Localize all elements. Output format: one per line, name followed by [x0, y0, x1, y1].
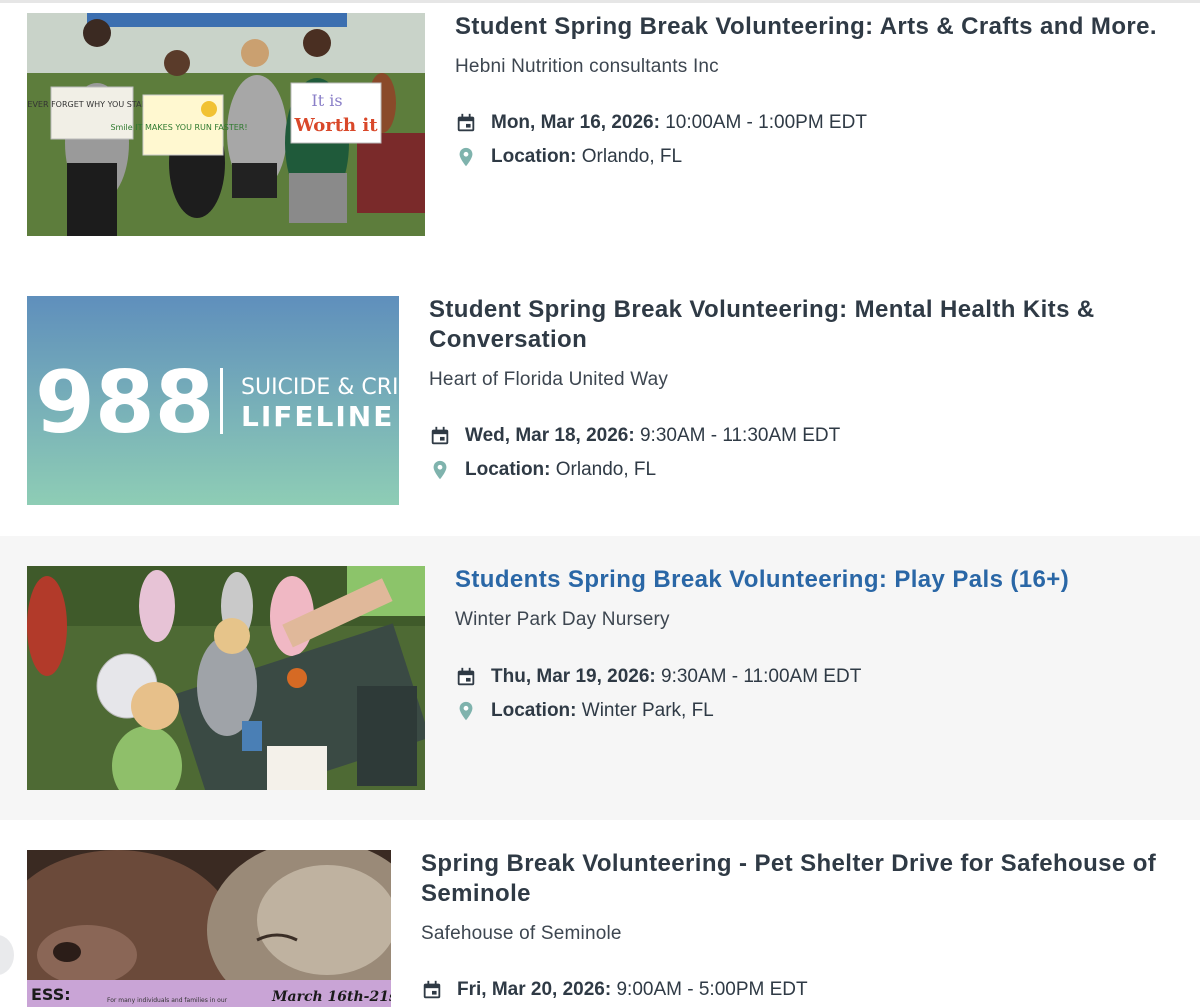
event-card[interactable]: NEVER FORGET WHY YOU STARTED Smile IT MA… [0, 0, 1200, 270]
event-location: Winter Park, FL [581, 700, 714, 721]
event-date: Wed, Mar 18, 2026: [465, 425, 635, 446]
event-image[interactable] [27, 566, 425, 790]
calendar-icon [455, 666, 477, 688]
svg-text:Worth it: Worth it [293, 115, 378, 136]
map-pin-icon [455, 146, 477, 168]
svg-text:It is: It is [311, 91, 342, 110]
calendar-icon [429, 425, 451, 447]
event-organization: Winter Park Day Nursery [455, 609, 670, 630]
event-organization: Heart of Florida United Way [429, 369, 669, 390]
map-pin-icon [429, 459, 451, 481]
event-date: Thu, Mar 19, 2026: [491, 666, 656, 687]
lifeline-line1: SUICIDE & CRISIS [241, 375, 399, 400]
event-organization: Hebni Nutrition consultants Inc [455, 56, 719, 77]
svg-text:NEVER FORGET WHY YOU STARTED: NEVER FORGET WHY YOU STARTED [27, 100, 163, 109]
event-title-line1: Student Spring Break Volunteering: Menta… [429, 296, 1095, 323]
event-title[interactable]: Spring Break Volunteering - Pet Shelter … [421, 849, 1156, 909]
location-label: Location: [491, 700, 577, 721]
event-title[interactable]: Student Spring Break Volunteering: Menta… [429, 295, 1095, 355]
event-date-row: Mon, Mar 16, 2026: 10:00AM - 1:00PM EDT [455, 112, 867, 134]
event-time: 9:30AM - 11:30AM EDT [639, 425, 841, 446]
calendar-icon [421, 979, 443, 1001]
banner-left-text: ESS: [31, 985, 71, 1004]
event-title-link[interactable]: Students Spring Break Volunteering: Play… [455, 565, 1069, 595]
banner-date-text: March 16th-21st [271, 989, 391, 1005]
event-card[interactable]: Students Spring Break Volunteering: Play… [0, 536, 1200, 820]
calendar-icon [455, 112, 477, 134]
event-time: 9:30AM - 11:00AM EDT [661, 666, 862, 687]
event-title-line2: Seminole [421, 880, 531, 907]
event-date-row: Thu, Mar 19, 2026: 9:30AM - 11:00AM EDT [455, 666, 861, 688]
map-pin-icon [455, 700, 477, 722]
location-label: Location: [465, 459, 551, 480]
svg-text:Smile IT MAKES YOU RUN FASTER!: Smile IT MAKES YOU RUN FASTER! [110, 123, 247, 132]
event-location-row: Location: Orlando, FL [455, 146, 682, 168]
event-image[interactable]: NEVER FORGET WHY YOU STARTED Smile IT MA… [27, 13, 425, 236]
lifeline-number: 988 [35, 353, 215, 453]
event-date-row: Fri, Mar 20, 2026: 9:00AM - 5:00PM EDT [421, 979, 808, 1001]
event-title-line2: Conversation [429, 326, 588, 353]
event-card[interactable]: ESS: For many individuals and families i… [0, 820, 1200, 1007]
event-date: Fri, Mar 20, 2026: [457, 979, 612, 1000]
event-organization: Safehouse of Seminole [421, 923, 622, 944]
lifeline-line2: LIFELINE [241, 400, 394, 433]
event-title-line1: Spring Break Volunteering - Pet Shelter … [421, 850, 1157, 877]
event-location-row: Location: Winter Park, FL [455, 700, 714, 722]
event-card[interactable]: 988 SUICIDE & CRISIS LIFELINE Student Sp… [0, 270, 1200, 536]
sign-worth-it: It is Worth it [290, 82, 382, 144]
event-location: Orlando, FL [581, 146, 683, 167]
event-title[interactable]: Student Spring Break Volunteering: Arts … [455, 12, 1157, 42]
event-time: 9:00AM - 5:00PM EDT [616, 979, 808, 1000]
event-date: Mon, Mar 16, 2026: [491, 112, 660, 133]
event-location-row: Location: Orlando, FL [429, 459, 656, 481]
location-label: Location: [491, 146, 577, 167]
banner-small-text: For many individuals and families in our [107, 997, 228, 1004]
event-location: Orlando, FL [555, 459, 657, 480]
event-image[interactable]: 988 SUICIDE & CRISIS LIFELINE [27, 296, 399, 505]
event-date-row: Wed, Mar 18, 2026: 9:30AM - 11:30AM EDT [429, 425, 840, 447]
event-image[interactable]: ESS: For many individuals and families i… [27, 850, 391, 1007]
event-time: 10:00AM - 1:00PM EDT [665, 112, 867, 133]
